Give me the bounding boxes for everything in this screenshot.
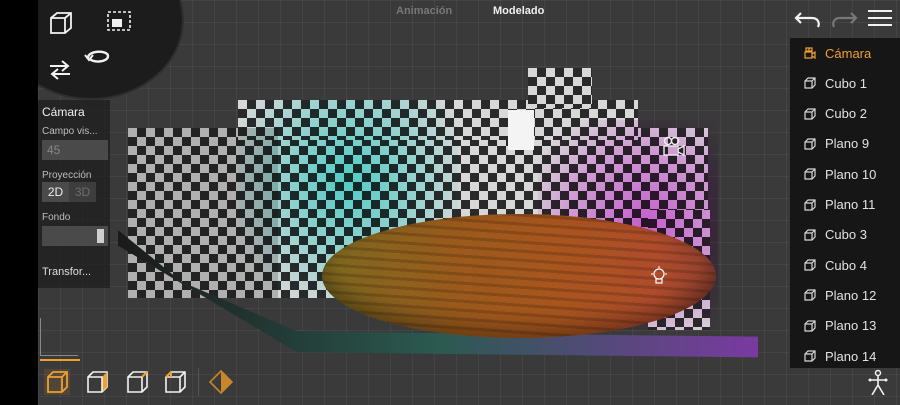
outliner-item[interactable]: Plano 12 [790, 280, 900, 310]
outliner-item-label: Plano 11 [825, 197, 876, 212]
mesh-icon [804, 259, 816, 271]
projection-2d-button[interactable]: 2D [42, 182, 69, 202]
outliner-item-label: Plano 13 [825, 318, 877, 334]
outliner-item[interactable]: Plano 9 [790, 129, 900, 159]
outliner-item-label: Plano 10 [825, 166, 877, 182]
active-tool-indicator [40, 359, 80, 361]
undo-icon[interactable] [794, 9, 822, 29]
mesh-icon [804, 198, 816, 211]
color-swatch [97, 229, 104, 243]
mesh-icon [804, 289, 816, 301]
outliner-item-label: Cubo 3 [825, 227, 867, 243]
mesh-icon [804, 77, 816, 89]
tab-modelado[interactable]: Modelado [493, 5, 544, 17]
rig-bone-icon[interactable] [864, 369, 890, 395]
tint-gray [128, 128, 278, 298]
outliner-item-label: Cubo 4 [825, 257, 867, 273]
outliner-item-label: Cámara [825, 45, 872, 61]
outliner-item[interactable]: Cámara [790, 38, 900, 68]
mesh-icon [804, 350, 816, 362]
viewport-corner-marker [40, 318, 78, 356]
mesh-icon [804, 320, 816, 332]
select-edge-icon[interactable] [124, 369, 150, 395]
outliner-item[interactable]: Plano 14 [790, 341, 900, 371]
outliner-item-label: Cubo 2 [825, 106, 867, 122]
outliner-item-label: Plano 9 [825, 136, 870, 152]
checker-wall-top [528, 68, 592, 108]
select-face-icon[interactable] [84, 369, 110, 395]
projection-toggle: 2D 3D [42, 182, 96, 202]
outliner-item[interactable]: Cubo 3 [790, 220, 900, 250]
mesh-icon [804, 168, 816, 180]
camera-icon [804, 47, 816, 59]
outliner-item[interactable]: Plano 11 [790, 190, 900, 220]
outliner-item-label: Cubo 1 [825, 75, 867, 91]
swap-arrows-icon[interactable] [48, 60, 72, 80]
keyframe-diamond-icon[interactable] [208, 369, 234, 395]
scene-outliner: Cámara Cubo 1 Cubo 2 Plano 9 Plano 10 Plano 1… [790, 38, 900, 368]
outliner-item[interactable]: Cubo 1 [790, 68, 900, 98]
fov-label: Campo vis... [42, 126, 98, 137]
camera-gizmo-icon[interactable] [662, 136, 686, 158]
mesh-icon [804, 107, 816, 120]
white-cube[interactable] [508, 110, 534, 150]
projection-label: Proyección [42, 170, 92, 181]
outliner-item[interactable]: Cubo 4 [790, 250, 900, 280]
properties-title: Cámara [42, 105, 85, 119]
projection-3d-button[interactable]: 3D [69, 182, 96, 202]
outliner-item[interactable]: Cubo 2 [790, 99, 900, 129]
mesh-icon [804, 138, 816, 150]
outliner-item[interactable]: Plano 10 [790, 159, 900, 189]
select-object-icon[interactable] [44, 369, 70, 395]
3d-viewport[interactable]: Animación Modelado [38, 0, 900, 405]
frame-select-icon[interactable] [106, 10, 132, 32]
rotate-icon[interactable] [84, 46, 112, 66]
tab-animacion[interactable]: Animación [396, 5, 452, 17]
select-vertex-icon[interactable] [162, 369, 188, 395]
menu-icon[interactable] [868, 8, 892, 28]
outliner-item-label: Plano 12 [825, 287, 877, 303]
screen-bezel [0, 0, 38, 405]
transform-label[interactable]: Transfor... [42, 266, 91, 278]
redo-icon[interactable] [830, 9, 858, 29]
light-bulb-icon[interactable] [650, 266, 668, 288]
background-color-field[interactable] [42, 226, 108, 246]
outliner-item-label: Plano 14 [825, 348, 877, 364]
cube-view-icon[interactable] [48, 10, 74, 36]
outliner-item[interactable]: Plano 13 [790, 311, 900, 341]
mesh-icon [804, 229, 816, 241]
toolbar-divider [198, 368, 199, 396]
background-label: Fondo [42, 212, 71, 223]
fov-input[interactable]: 45 [42, 140, 108, 160]
